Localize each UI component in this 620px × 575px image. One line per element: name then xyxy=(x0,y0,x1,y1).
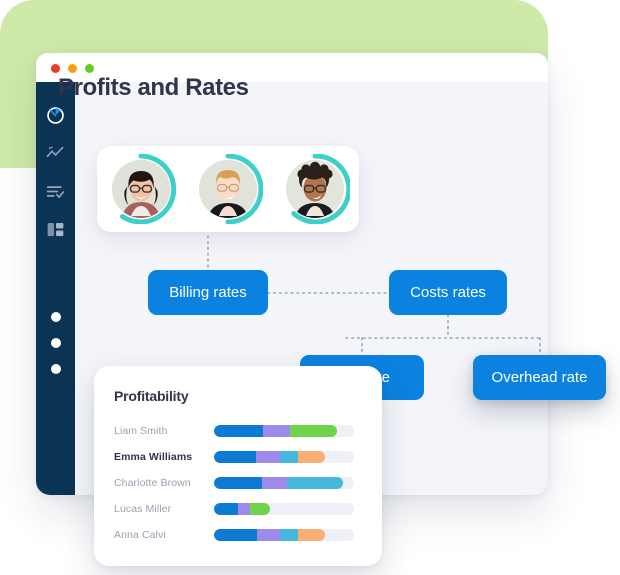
profitability-card: Profitability Liam Smith Emma Williams Cha… xyxy=(94,366,382,566)
sidebar-nav-dot-1[interactable] xyxy=(36,304,75,330)
profitability-bar xyxy=(214,529,354,541)
profitability-person-name: Anna Calvi xyxy=(114,529,166,541)
sidebar xyxy=(36,82,75,495)
profitability-row: Anna Calvi xyxy=(114,522,362,548)
profitability-bar-segment xyxy=(279,529,298,541)
profitability-bar xyxy=(214,477,354,489)
close-window-icon[interactable] xyxy=(51,64,60,73)
profitability-person-name: Emma Williams xyxy=(114,451,193,463)
profitability-row: Charlotte Brown xyxy=(114,470,362,496)
profitability-bar-segment xyxy=(257,529,280,541)
screenshot-stage: Profits and Rates Billing rates Costs ra… xyxy=(0,0,620,575)
profitability-row: Emma Williams xyxy=(114,444,362,470)
profitability-bar-segment xyxy=(256,451,280,463)
sidebar-item-analytics[interactable] xyxy=(36,134,75,172)
profitability-bar xyxy=(214,451,354,463)
nav-dot-icon xyxy=(50,338,61,348)
profitability-bar-segment xyxy=(279,451,298,463)
sidebar-nav-dot-2[interactable] xyxy=(36,330,75,356)
person-portrait-icon xyxy=(286,160,345,218)
profitability-bar-segment xyxy=(237,503,251,515)
profitability-bar-segment xyxy=(214,529,258,541)
profitability-bar-segment xyxy=(263,425,290,437)
profitability-bar-segment xyxy=(214,503,238,515)
sidebar-nav-dots xyxy=(36,304,75,382)
profitability-bar-segment xyxy=(297,451,325,463)
nav-dot-icon xyxy=(50,364,61,374)
person-portrait-icon xyxy=(111,160,170,218)
profitability-bar-segment xyxy=(289,425,338,437)
avatar-photo xyxy=(286,160,345,218)
minimize-window-icon[interactable] xyxy=(68,64,77,73)
dashboard-layout-icon xyxy=(47,222,64,236)
page-title: Profits and Rates xyxy=(58,74,249,101)
profitability-person-name: Lucas Miller xyxy=(114,503,172,515)
profitability-title: Profitability xyxy=(114,388,189,404)
nav-dot-icon xyxy=(50,312,61,322)
sidebar-nav-dot-3[interactable] xyxy=(36,356,75,382)
profitability-bar-segment xyxy=(286,477,343,489)
avatar-photo xyxy=(198,160,257,218)
profitability-bar-segment xyxy=(214,451,256,463)
profitability-person-name: Liam Smith xyxy=(114,425,168,437)
donut-chart-icon xyxy=(47,106,64,124)
profitability-bar-segment xyxy=(297,529,325,541)
profitability-bar-segment xyxy=(261,477,287,489)
window-controls xyxy=(51,64,94,73)
maximize-window-icon[interactable] xyxy=(85,64,94,73)
profitability-row-list: Liam Smith Emma Williams Charlotte Brown Lu… xyxy=(114,418,362,548)
profitability-bar xyxy=(214,425,354,437)
sidebar-item-layout[interactable] xyxy=(36,210,75,248)
profitability-row: Lucas Miller xyxy=(114,496,362,522)
avatar-3[interactable] xyxy=(280,154,351,224)
sidebar-item-tasks[interactable] xyxy=(36,172,75,210)
flow-node-billing-rates[interactable]: Billing rates xyxy=(148,270,268,315)
sidebar-icon-list xyxy=(36,96,75,248)
profitability-bar-segment xyxy=(214,477,262,489)
profitability-bar xyxy=(214,503,354,515)
flow-node-overhead-rate[interactable]: Overhead rate xyxy=(473,355,606,400)
person-portrait-icon xyxy=(198,160,257,218)
checklist-icon xyxy=(46,185,65,198)
profitability-bar-segment xyxy=(250,503,270,515)
avatar-1[interactable] xyxy=(106,154,176,224)
flow-node-costs-rates[interactable]: Costs rates xyxy=(389,270,507,315)
avatar-2[interactable] xyxy=(193,154,263,224)
avatar-photo xyxy=(111,160,170,218)
profitability-bar-segment xyxy=(214,425,263,437)
team-avatars-card xyxy=(97,146,359,232)
profitability-person-name: Charlotte Brown xyxy=(114,477,191,489)
profitability-row: Liam Smith xyxy=(114,418,362,444)
analytics-line-icon xyxy=(46,146,64,157)
